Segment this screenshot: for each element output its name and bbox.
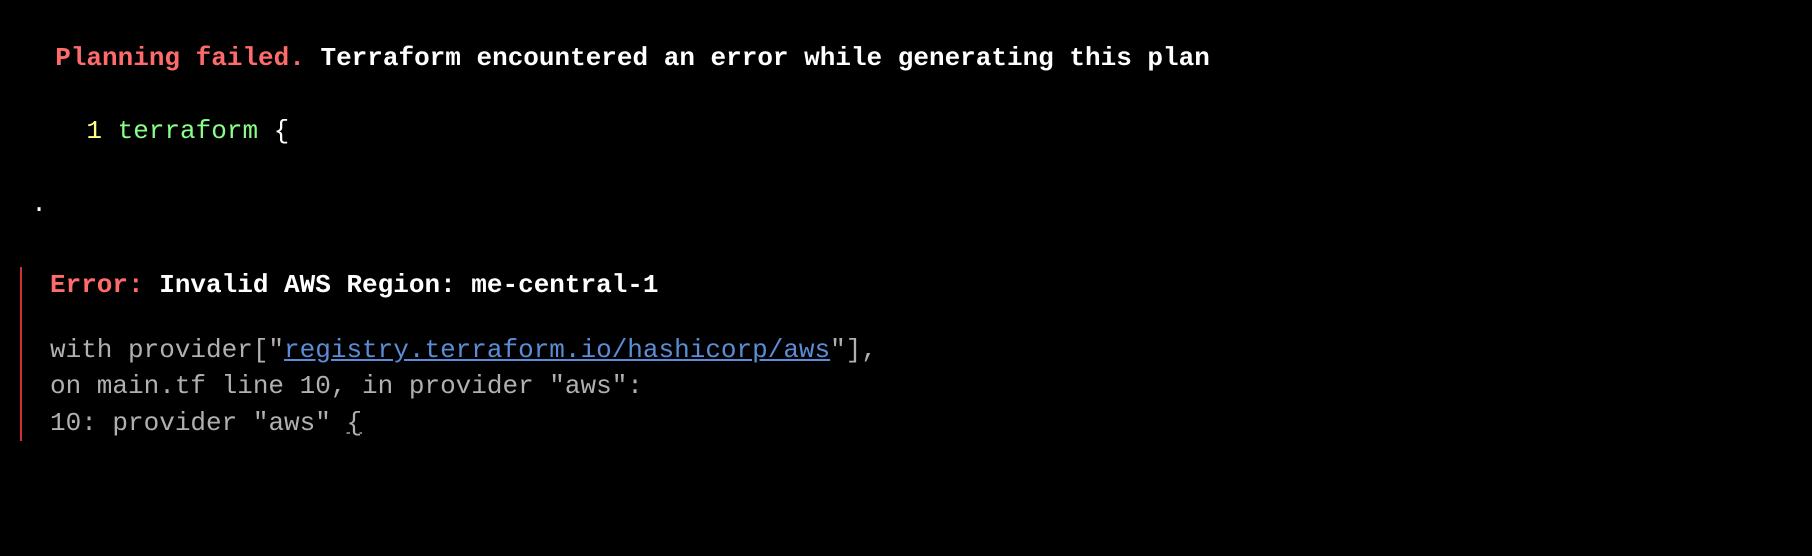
code-line-content: provider "aws" [112,408,346,438]
truncation-dot: . [0,150,1812,223]
code-preview-line: 1 terraform { [0,77,1812,150]
line-number: 1 [55,116,117,146]
error-code-line: 10: provider "aws" { [50,405,1812,441]
error-header: Error: Invalid AWS Region: me-central-1 [50,267,1812,303]
error-label: Error: [50,270,144,300]
open-brace: { [258,116,289,146]
plan-status-line: Planning failed. Terraform encountered a… [0,4,1812,77]
planning-failed-label: Planning failed. [55,43,305,73]
with-prefix: with provider[" [50,335,284,365]
error-block: Error: Invalid AWS Region: me-central-1 … [20,267,1812,441]
location-text: on main.tf line 10, in provider "aws": [50,371,643,401]
planning-failed-subtitle: Terraform encountered an error while gen… [305,43,1210,73]
provider-registry-link[interactable]: registry.terraform.io/hashicorp/aws [284,335,830,365]
terraform-keyword: terraform [118,116,258,146]
error-provider-line: with provider["registry.terraform.io/has… [50,332,1812,368]
with-suffix: "], [830,335,877,365]
code-line-brace: { [346,408,362,438]
error-message: Invalid AWS Region: me-central-1 [144,270,659,300]
error-location-line: on main.tf line 10, in provider "aws": [50,368,1812,404]
code-line-number: 10: [50,408,112,438]
dot-char: . [31,189,47,219]
